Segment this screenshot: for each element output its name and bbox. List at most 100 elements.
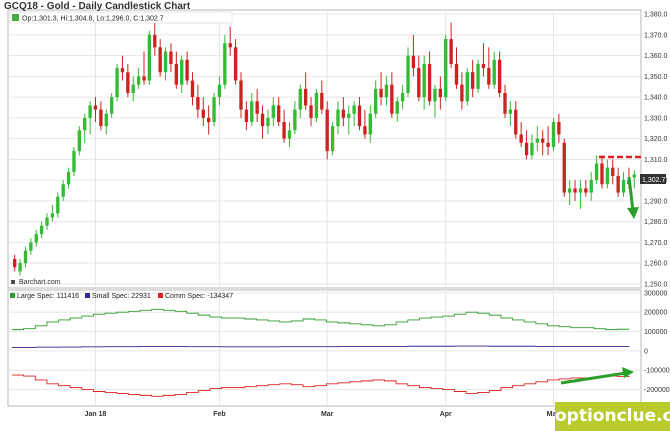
cot-tick-label: 300000 (644, 290, 667, 297)
candle-body (476, 63, 480, 89)
candle-body (99, 109, 103, 127)
price-tick-label: 1,370.0 (644, 32, 667, 39)
candle-body (169, 51, 173, 64)
candle-body (72, 151, 76, 172)
watermark: optionclue.com (555, 402, 670, 431)
candle-body (23, 250, 28, 264)
candle-body (196, 97, 200, 110)
candle-body (487, 68, 491, 85)
candle-body (363, 126, 367, 135)
candle-body (309, 105, 313, 118)
candle-body (530, 142, 534, 156)
candle-body (104, 113, 108, 127)
candle-body (384, 84, 389, 98)
candle-body (163, 51, 168, 73)
candle-body (61, 184, 65, 197)
candle-body (519, 134, 523, 143)
cot-y-axis: 300000 200000 100000 0 -100000 -200000 (644, 290, 670, 394)
candle-body (589, 180, 593, 193)
candle-body (427, 63, 432, 102)
date-tick-label: Feb (213, 411, 225, 418)
candle-body (325, 109, 329, 152)
candle-body (352, 105, 356, 114)
cot-tick-label: 0 (644, 348, 648, 355)
candle-body (158, 47, 162, 73)
candle-body (298, 88, 302, 110)
candle-body (115, 68, 119, 98)
candle-body (217, 84, 222, 98)
candle-body (34, 234, 38, 243)
candle-body (66, 171, 71, 185)
candle-body (93, 105, 98, 110)
candle-body (314, 92, 319, 118)
candle-body (497, 59, 502, 93)
candle-body (190, 80, 195, 98)
date-x-axis: Jan 18 Feb Mar Apr May (85, 411, 561, 418)
legend-large-spec-swatch (10, 293, 15, 298)
candle-body (460, 84, 464, 102)
candle-body (212, 97, 216, 123)
candle-body (153, 34, 157, 48)
cot-tick-label: 200000 (644, 310, 667, 317)
candle-body (632, 174, 636, 178)
price-tick-label: 1,320.0 (644, 136, 667, 143)
candle-body (449, 39, 453, 64)
price-tick-label: 1,360.0 (644, 53, 667, 60)
candle-body (492, 59, 496, 85)
candle-body (126, 72, 130, 93)
candle-body (277, 105, 281, 123)
candle-body (330, 126, 335, 152)
candle-body (508, 109, 513, 114)
candle-body (282, 122, 286, 139)
candle-body (379, 88, 383, 98)
candle-body (406, 55, 410, 93)
candle-body (611, 167, 615, 176)
candle-body (535, 138, 539, 143)
candle-body (136, 76, 141, 85)
candle-body (395, 101, 399, 114)
candle-body (250, 101, 254, 123)
ohlc-label: Op:1,301.3, Hi:1,304.8, Lo:1,296.0, C:1,… (22, 16, 164, 23)
candle-body (557, 122, 561, 135)
cot-legend: Large Spec: 111416 Small Spec: 22931 Com… (10, 293, 233, 300)
candle-body (233, 47, 238, 81)
candle-body (541, 138, 545, 143)
candle-body (422, 63, 426, 98)
price-tick-label: 1,330.0 (644, 115, 667, 122)
chart-canvas: 1,250.01,260.01,270.01,280.01,290.01,300… (7, 9, 670, 418)
candle-body (223, 43, 227, 85)
candle-body (18, 263, 22, 272)
candle-body (562, 142, 566, 193)
candle-body (567, 188, 572, 193)
chart-title: GCQ18 - Gold - Daily Candlestick Chart (4, 1, 191, 12)
price-tick-label: 1,290.0 (644, 198, 667, 205)
candle-body (481, 63, 486, 69)
candle-body (110, 97, 114, 114)
last-price-label: 1,302.7 (642, 177, 665, 184)
candle-body (465, 72, 469, 102)
candle-body (374, 88, 378, 114)
candle-body (266, 117, 270, 127)
candle-body (503, 92, 507, 114)
candle-body (228, 43, 232, 48)
candle-body (29, 242, 33, 251)
price-y-axis: 1,250.01,260.01,270.01,280.01,290.01,300… (644, 12, 667, 289)
candle-body (174, 63, 179, 85)
legend-large-spec: Large Spec: 111416 (17, 293, 79, 300)
candle-body (417, 68, 421, 98)
candle-body (470, 72, 475, 89)
candle-body (551, 122, 556, 147)
legend-small-spec-swatch (85, 293, 90, 298)
date-tick-label: Jan 18 (85, 411, 107, 418)
candle-body (444, 39, 448, 98)
cot-tick-label: -100000 (644, 368, 670, 375)
candle-body (524, 142, 529, 156)
price-tick-label: 1,260.0 (644, 261, 667, 268)
candle-body (303, 88, 308, 106)
barchart-credit: Barchart.com (19, 279, 61, 286)
price-tick-label: 1,250.0 (644, 281, 667, 288)
candle-body (573, 188, 577, 193)
price-tick-label: 1,380.0 (644, 12, 667, 19)
candle-body (400, 92, 405, 102)
candle-body (341, 109, 346, 118)
